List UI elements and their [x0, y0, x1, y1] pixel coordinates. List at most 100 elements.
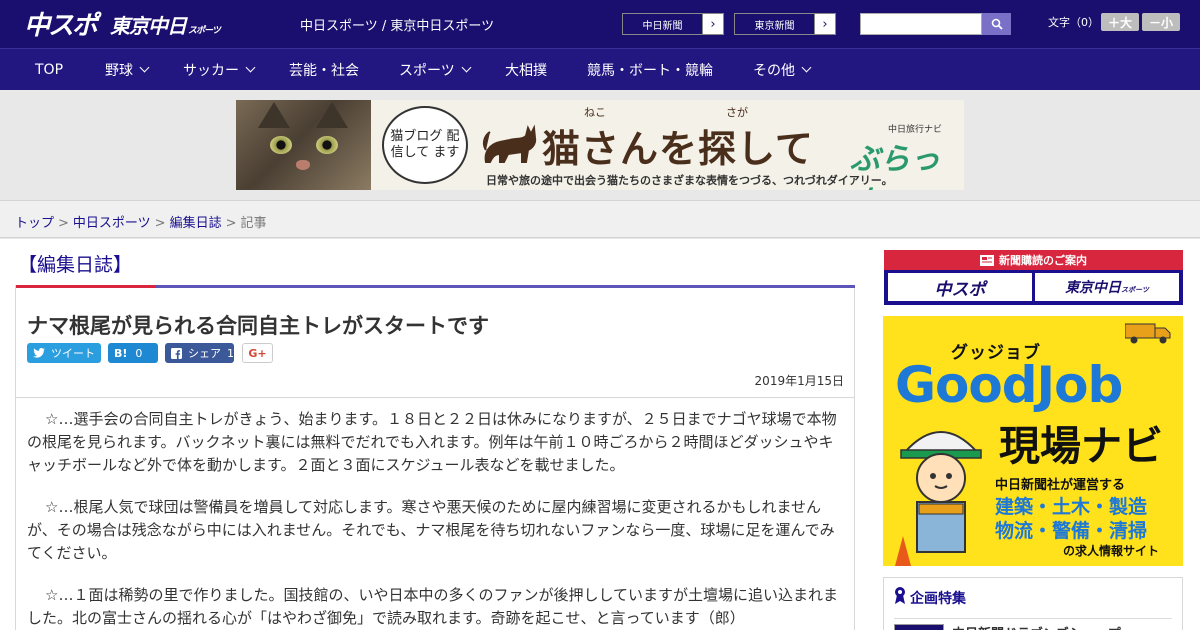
- subscribe-tokyo-small: スポーツ: [1121, 286, 1149, 294]
- font-size-label: 文字（0）: [1048, 16, 1099, 29]
- chevron-down-icon: [245, 62, 256, 73]
- breadcrumb-chuspo[interactable]: 中日スポーツ: [73, 216, 151, 231]
- cat-eye: [316, 136, 338, 154]
- nav-label: TOP: [35, 61, 64, 78]
- goodjob-line1: 中日新聞社が運営する: [995, 478, 1126, 493]
- goodjob-navi: 現場ナビ: [999, 422, 1163, 470]
- goodjob-ad[interactable]: グッジョブ GoodJob 現場ナビ 中日新聞社が運営する 建築・土木・製造 物…: [883, 316, 1183, 566]
- hatena-icon: B!: [114, 346, 128, 360]
- tokyo-shimbun-link[interactable]: 東京新聞 ›: [734, 13, 836, 35]
- article-paragraph: ☆…１面は稀勢の里で作りました。国技館の、いや日本中の多くのファンが後押ししてい…: [27, 586, 839, 627]
- chevron-right-icon: ›: [710, 16, 716, 32]
- google-plus-icon: G+: [248, 346, 267, 360]
- nav-label: 野球: [105, 62, 133, 79]
- goodjob-line3: 物流・警備・清掃: [995, 520, 1148, 542]
- breadcrumb-separator: >: [225, 216, 237, 231]
- nav-item-baseball[interactable]: 野球: [105, 49, 150, 91]
- subscribe-tokyo-button[interactable]: 東京中日 スポーツ: [1035, 273, 1179, 301]
- nav-label: 芸能・社会: [289, 62, 359, 79]
- chevron-right-icon: ›: [822, 16, 828, 32]
- breadcrumb-top[interactable]: トップ: [15, 216, 54, 231]
- facebook-icon: [171, 347, 182, 359]
- search-button[interactable]: [982, 13, 1011, 35]
- feature-item[interactable]: 中日新聞ドラゴンズショップ: [894, 618, 1172, 630]
- worker-illustration-icon: [895, 431, 982, 566]
- speech-bubble: 猫ブログ 配信して ます: [382, 106, 468, 184]
- twitter-icon: [33, 348, 45, 358]
- top-header: 中スポ 東京中日 スポーツ 中日スポーツ / 東京中日スポーツ 中日新聞 › 東京…: [0, 0, 1200, 48]
- nav-item-sumo[interactable]: 大相撲: [505, 49, 547, 91]
- breadcrumb-current: 記事: [240, 216, 267, 231]
- cat-ear: [316, 102, 348, 128]
- hatena-bookmark-button[interactable]: B! 0: [108, 343, 158, 363]
- cat-ear: [258, 102, 290, 128]
- nav-item-entertainment[interactable]: 芸能・社会: [289, 49, 359, 91]
- article-date: 2019年1月15日: [754, 374, 844, 388]
- breadcrumb-henshu[interactable]: 編集日誌: [170, 216, 222, 231]
- feature-title: 企画特集: [910, 591, 966, 607]
- ribbon-icon: [895, 587, 905, 604]
- tokyo-shimbun-label: 東京新聞: [735, 14, 815, 34]
- feature-box: 企画特集 中日新聞ドラゴンズショップ: [883, 577, 1183, 630]
- cat-eye: [270, 136, 292, 154]
- section-title: 【編集日誌】: [18, 254, 133, 276]
- nav-label: スポーツ: [399, 62, 455, 79]
- subscription-box[interactable]: 新聞購読のご案内 中スポ 東京中日 スポーツ: [884, 250, 1183, 305]
- subscription-header: 新聞購読のご案内: [884, 250, 1183, 270]
- nav-label: 競馬・ボート・競輪: [587, 62, 713, 79]
- goodjob-line4: の求人情報サイト: [1063, 544, 1160, 558]
- breadcrumb-bar: トップ > 中日スポーツ > 編集日誌 > 記事: [0, 200, 1200, 238]
- google-plus-button[interactable]: G+: [242, 343, 273, 363]
- nav-item-soccer[interactable]: サッカー: [183, 49, 256, 91]
- nav-label: 大相撲: [505, 62, 547, 79]
- tokyo-chunichi-logo[interactable]: 東京中日 スポーツ: [110, 8, 221, 40]
- chunichi-shimbun-link[interactable]: 中日新聞 ›: [622, 13, 724, 35]
- breadcrumb: トップ > 中日スポーツ > 編集日誌 > 記事: [15, 212, 267, 231]
- font-larger-button[interactable]: ＋大: [1101, 13, 1139, 31]
- site-name: 中日スポーツ / 東京中日スポーツ: [300, 19, 495, 34]
- truck-icon: [1125, 323, 1171, 344]
- article-paragraph: ☆…選手会の合同自主トレがきょう、始まります。１８日と２２日は休みになりますが、…: [27, 410, 837, 474]
- banner-title: 猫さんを探して: [542, 127, 814, 171]
- nav-item-sports[interactable]: スポーツ: [399, 49, 472, 91]
- chunichi-shimbun-label: 中日新聞: [623, 14, 703, 34]
- facebook-count: 1: [227, 346, 234, 360]
- cat-nose: [296, 160, 310, 170]
- banner-subtitle: 日常や旅の途中で出会う猫たちのさまざまな表情をつづる、つれづれダイアリー。: [486, 174, 893, 187]
- banner-zone: 猫ブログ 配信して ます ねこ さが 猫さんを探して 中日旅行ナビ ぶらっ人 日…: [0, 90, 1200, 200]
- article-header-card: ナマ根尾が見られる合同自主トレがスタートです ツイート B! 0 シェア 1 G…: [15, 285, 855, 398]
- subscription-title: 新聞購読のご案内: [999, 254, 1087, 267]
- card-accent-blue: [156, 285, 855, 288]
- article-paragraph: ☆…根尾人気で球団は警備員を増員して対応します。寒さや悪天候のために屋内練習場に…: [27, 498, 835, 562]
- card-accent-red: [16, 285, 156, 288]
- subscribe-chuspo-button[interactable]: 中スポ: [888, 273, 1032, 301]
- chevron-down-icon: [461, 62, 472, 73]
- nav-label: その他: [753, 62, 795, 79]
- nav-item-others[interactable]: その他: [753, 49, 812, 91]
- search-input[interactable]: [860, 13, 982, 35]
- chevron-down-icon: [139, 62, 150, 73]
- cat-photo: [236, 100, 371, 190]
- tokyo-logo-text: 東京中日: [110, 13, 187, 38]
- tweet-label: ツイート: [51, 347, 95, 360]
- chuspo-logo[interactable]: 中スポ: [24, 6, 98, 41]
- goodjob-line2: 建築・土木・製造: [995, 496, 1148, 518]
- facebook-label: シェア: [188, 347, 221, 360]
- nav-label: サッカー: [183, 62, 239, 79]
- main-nav: TOP 野球 サッカー 芸能・社会 スポーツ 大相撲 競馬・ボート・競輪 その他: [0, 48, 1200, 90]
- tweet-button[interactable]: ツイート: [27, 343, 101, 363]
- goodjob-title: GoodJob: [895, 356, 1123, 414]
- tokyo-logo-small: スポーツ: [188, 25, 221, 36]
- facebook-share-button[interactable]: シェア 1: [165, 343, 234, 363]
- cat-blog-banner[interactable]: 猫ブログ 配信して ます ねこ さが 猫さんを探して 中日旅行ナビ ぶらっ人 日…: [236, 100, 964, 190]
- nav-item-racing[interactable]: 競馬・ボート・競輪: [587, 49, 713, 91]
- breadcrumb-separator: >: [154, 216, 166, 231]
- newspaper-icon: [980, 254, 994, 266]
- article-body: ☆…選手会の合同自主トレがきょう、始まります。１８日と２２日は休みになりますが、…: [15, 398, 855, 630]
- subscribe-tokyo-label: 東京中日: [1065, 280, 1122, 296]
- search-icon: [991, 18, 1003, 30]
- nav-item-top[interactable]: TOP: [35, 49, 63, 91]
- cat-silhouette-icon: [482, 124, 537, 163]
- breadcrumb-separator: >: [58, 216, 69, 231]
- font-smaller-button[interactable]: －小: [1142, 13, 1180, 31]
